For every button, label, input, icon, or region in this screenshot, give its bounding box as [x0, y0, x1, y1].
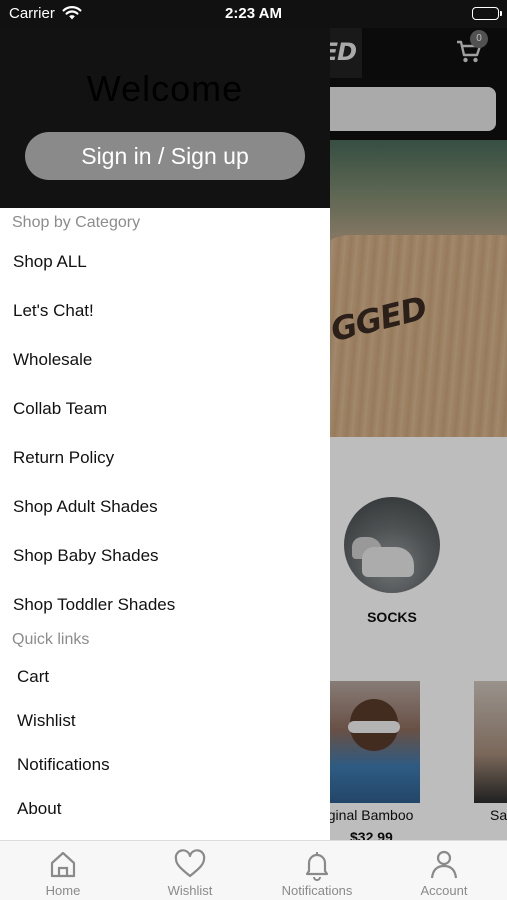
menu-item-shop-all[interactable]: Shop ALL: [13, 252, 87, 272]
status-bar: Carrier 2:23 AM: [0, 0, 507, 28]
welcome-heading: Welcome: [86, 68, 244, 109]
quick-link-about[interactable]: About: [17, 799, 61, 819]
menu-item-return-policy[interactable]: Return Policy: [13, 448, 114, 468]
person-icon: [426, 847, 462, 881]
quick-links-title: Quick links: [12, 631, 90, 648]
battery-icon: [472, 7, 502, 20]
menu-item-lets-chat[interactable]: Let's Chat!: [13, 301, 94, 321]
drawer-header: Welcome Sign in / Sign up: [0, 28, 330, 208]
bell-icon: [299, 847, 335, 881]
status-time: 2:23 AM: [225, 5, 282, 22]
heart-icon: [172, 847, 208, 881]
signin-button[interactable]: Sign in / Sign up: [25, 132, 305, 180]
menu-item-wholesale[interactable]: Wholesale: [13, 350, 92, 370]
side-drawer: Welcome Sign in / Sign up Shop by Catego…: [0, 0, 330, 840]
tab-notifications-label: Notifications: [281, 883, 353, 898]
home-icon: [45, 847, 81, 881]
tab-notifications[interactable]: Notifications: [254, 841, 380, 900]
tab-wishlist[interactable]: Wishlist: [127, 841, 253, 900]
tab-bar: Home Wishlist Notifications Account: [0, 840, 507, 900]
quick-link-notifications[interactable]: Notifications: [17, 755, 110, 775]
menu-item-adult-shades[interactable]: Shop Adult Shades: [13, 497, 158, 517]
shop-by-category-title: Shop by Category: [12, 214, 141, 231]
tab-account-label: Account: [420, 883, 468, 898]
menu-item-baby-shades[interactable]: Shop Baby Shades: [13, 546, 159, 566]
menu-item-collab-team[interactable]: Collab Team: [13, 399, 107, 419]
quick-link-cart[interactable]: Cart: [17, 667, 49, 687]
tab-wishlist-label: Wishlist: [167, 883, 213, 898]
tab-home-label: Home: [45, 883, 81, 898]
menu-item-toddler-shades[interactable]: Shop Toddler Shades: [13, 595, 175, 615]
quick-link-wishlist[interactable]: Wishlist: [17, 711, 76, 731]
tab-account[interactable]: Account: [381, 841, 507, 900]
tab-home[interactable]: Home: [0, 841, 126, 900]
